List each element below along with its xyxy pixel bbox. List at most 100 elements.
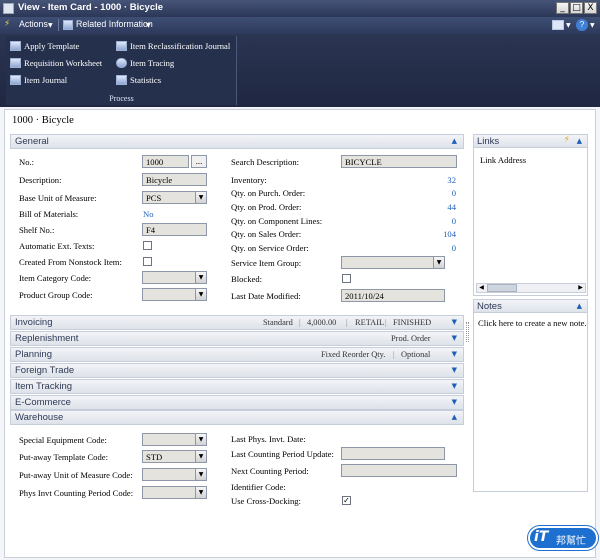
shelf-field[interactable]: F4 <box>142 223 207 236</box>
app-icon <box>3 3 14 14</box>
statistics-button[interactable]: Statistics <box>130 75 161 85</box>
separator <box>58 19 59 31</box>
help-icon[interactable]: ? <box>576 19 588 31</box>
fasttab-foreign-trade[interactable]: Foreign Trade ▼ <box>10 363 464 378</box>
putaway-template-dropdown[interactable]: STD ▼ <box>142 450 207 463</box>
qty-component-lines-value[interactable]: 0 <box>400 216 456 226</box>
product-group-dropdown[interactable]: ▼ <box>142 288 207 301</box>
qty-purch-order-value[interactable]: 0 <box>400 188 456 198</box>
links-factbox-header[interactable]: Links ⚡ ▲ <box>473 134 588 148</box>
actions-menu[interactable]: Actions <box>19 19 48 29</box>
fasttab-general[interactable]: General ▲ <box>10 134 464 149</box>
reclass-journal-icon <box>116 41 127 51</box>
chevron-up-icon[interactable]: ▲ <box>577 302 582 310</box>
chevron-down-icon[interactable]: ▼ <box>452 398 457 406</box>
chevron-up-icon[interactable]: ▲ <box>577 137 582 145</box>
chevron-up-icon[interactable]: ▲ <box>452 413 457 421</box>
statistics-icon <box>116 75 127 85</box>
qty-service-order-label: Qty. on Service Order: <box>231 243 309 253</box>
item-tracing-button[interactable]: Item Tracing <box>130 58 174 68</box>
last-date-modified-field[interactable]: 2011/10/24 <box>341 289 445 302</box>
description-field[interactable]: Bicycle <box>142 173 207 186</box>
service-item-group-dropdown[interactable]: ▼ <box>341 256 445 269</box>
fasttab-label: Replenishment <box>15 333 79 344</box>
splitter-handle[interactable] <box>466 322 469 342</box>
scroll-right-icon[interactable]: ▶ <box>576 284 585 292</box>
last-counting-update-field[interactable] <box>341 447 445 460</box>
dropdown-arrow-icon[interactable]: ▼ <box>195 451 206 462</box>
qty-sales-order-label: Qty. on Sales Order: <box>231 229 302 239</box>
item-reclassification-journal-button[interactable]: Item Reclassification Journal <box>130 41 230 51</box>
bom-label: Bill of Materials: <box>19 209 79 219</box>
chevron-down-icon[interactable]: ▼ <box>452 318 457 326</box>
dropdown-arrow-icon[interactable]: ▼ <box>195 434 206 445</box>
putaway-uom-dropdown[interactable]: ▼ <box>142 468 207 481</box>
fasttab-label: Foreign Trade <box>15 365 75 376</box>
invoicing-summary-posting-group: RETAIL <box>355 318 385 327</box>
identifier-code-label: Identifier Code: <box>231 482 286 492</box>
close-button[interactable]: X <box>584 2 597 14</box>
inventory-value[interactable]: 32 <box>400 175 456 185</box>
nonstock-checkbox[interactable] <box>143 257 152 266</box>
minimize-button[interactable]: _ <box>556 2 569 14</box>
item-journal-button[interactable]: Item Journal <box>24 75 67 85</box>
links-scrollbar[interactable]: ◀ ▶ <box>476 283 586 293</box>
product-group-label: Product Group Code: <box>19 290 93 300</box>
chevron-down-icon[interactable]: ▼ <box>452 366 457 374</box>
nonstock-label: Created From Nonstock Item: <box>19 257 122 267</box>
fasttab-item-tracking[interactable]: Item Tracking ▼ <box>10 379 464 394</box>
ithome-logo: iT 邦幫忙 <box>528 526 598 554</box>
item-category-dropdown[interactable]: ▼ <box>142 271 207 284</box>
lightning-icon[interactable]: ⚡ <box>564 135 570 145</box>
invoicing-summary-inventory-group: FINISHED <box>393 318 432 327</box>
chevron-up-icon[interactable]: ▲ <box>452 137 457 145</box>
dropdown-arrow-icon[interactable]: ▼ <box>195 272 206 283</box>
use-cross-docking-checkbox[interactable]: ✓ <box>342 496 351 505</box>
putaway-template-label: Put-away Template Code: <box>19 452 108 462</box>
apply-template-button[interactable]: Apply Template <box>24 41 79 51</box>
assist-edit-button[interactable]: ... <box>191 155 207 168</box>
chevron-down-icon[interactable]: ▼ <box>452 350 457 358</box>
search-description-field[interactable]: BICYCLE <box>341 155 457 168</box>
dropdown-arrow-icon[interactable]: ▼ <box>433 257 444 268</box>
chevron-down-icon[interactable]: ▼ <box>452 382 457 390</box>
fasttab-invoicing[interactable]: Invoicing Standard | 4,000.00 | RETAIL |… <box>10 315 464 330</box>
create-note-link[interactable]: Click here to create a new note. <box>478 318 587 328</box>
base-uom-dropdown[interactable]: PCS ▼ <box>142 191 207 204</box>
next-counting-period-field[interactable] <box>341 464 457 477</box>
dropdown-arrow-icon[interactable]: ▼ <box>195 192 206 203</box>
fasttab-replenishment[interactable]: Replenishment Prod. Order ▼ <box>10 331 464 346</box>
no-field[interactable]: 1000 <box>142 155 189 168</box>
auto-ext-texts-checkbox[interactable] <box>143 241 152 250</box>
notes-factbox-header[interactable]: Notes ▲ <box>473 299 588 313</box>
blocked-checkbox[interactable] <box>342 274 351 283</box>
qty-sales-order-value[interactable]: 104 <box>400 229 456 239</box>
qty-service-order-value[interactable]: 0 <box>400 243 456 253</box>
apply-template-icon <box>10 41 21 51</box>
maximize-button[interactable]: □ <box>570 2 583 14</box>
fasttab-planning[interactable]: Planning Fixed Reorder Qty. | Optional ▼ <box>10 347 464 362</box>
dropdown-arrow-icon[interactable]: ▼ <box>195 289 206 300</box>
base-uom-value: PCS <box>146 193 162 203</box>
chevron-down-icon[interactable]: ▼ <box>452 334 457 342</box>
layout-icon[interactable] <box>552 20 564 30</box>
related-information-menu[interactable]: Related Information <box>76 19 153 29</box>
related-info-icon <box>63 20 73 30</box>
requisition-worksheet-button[interactable]: Requisition Worksheet <box>24 58 102 68</box>
dropdown-arrow-icon[interactable]: ▼ <box>195 469 206 480</box>
last-date-modified-label: Last Date Modified: <box>231 291 301 301</box>
auto-ext-texts-label: Automatic Ext. Texts: <box>19 241 95 251</box>
command-bar: ⚡ Actions ▼ Related Information ▼ ▼ ? ▼ <box>0 17 600 34</box>
fasttab-warehouse[interactable]: Warehouse ▲ <box>10 410 464 425</box>
qty-prod-order-value[interactable]: 44 <box>400 202 456 212</box>
scroll-left-icon[interactable]: ◀ <box>477 284 486 292</box>
fasttab-e-commerce[interactable]: E-Commerce ▼ <box>10 395 464 410</box>
separator: | <box>299 318 301 327</box>
qty-prod-order-label: Qty. on Prod. Order: <box>231 202 302 212</box>
phys-invt-counting-dropdown[interactable]: ▼ <box>142 486 207 499</box>
special-equipment-dropdown[interactable]: ▼ <box>142 433 207 446</box>
fasttab-label: General <box>15 136 49 147</box>
scrollbar-thumb[interactable] <box>487 284 517 292</box>
bom-value[interactable]: No <box>143 209 154 219</box>
dropdown-arrow-icon[interactable]: ▼ <box>195 487 206 498</box>
